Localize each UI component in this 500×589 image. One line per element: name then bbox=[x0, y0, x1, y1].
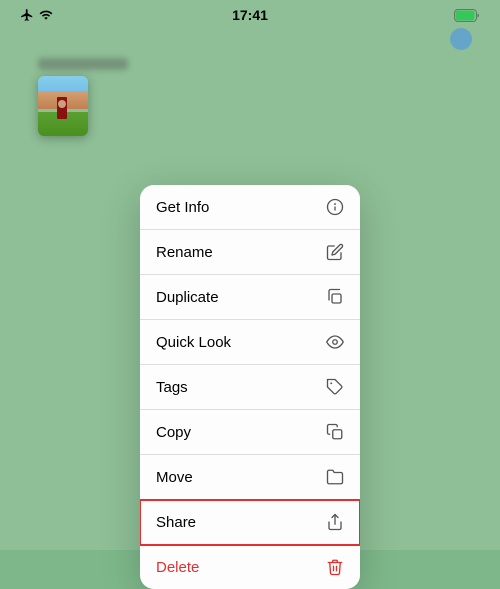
menu-item-duplicate[interactable]: Duplicate bbox=[140, 275, 360, 320]
context-menu: Get Info Rename Duplicate Quick Look Tag… bbox=[140, 185, 360, 589]
menu-item-tags[interactable]: Tags bbox=[140, 365, 360, 410]
menu-label-delete: Delete bbox=[156, 559, 199, 576]
info-icon bbox=[326, 198, 344, 216]
folder-icon bbox=[326, 468, 344, 486]
status-time: 17:41 bbox=[232, 7, 268, 23]
menu-item-rename[interactable]: Rename bbox=[140, 230, 360, 275]
menu-label-copy: Copy bbox=[156, 424, 191, 441]
menu-item-get-info[interactable]: Get Info bbox=[140, 185, 360, 230]
menu-label-share: Share bbox=[156, 514, 196, 531]
battery-icon bbox=[454, 9, 480, 22]
status-left-icons bbox=[20, 8, 53, 22]
status-bar: 17:41 bbox=[0, 0, 500, 26]
copy-icon bbox=[326, 423, 344, 441]
status-right-icons bbox=[454, 9, 480, 22]
menu-label-rename: Rename bbox=[156, 244, 213, 261]
trash-icon bbox=[326, 558, 344, 576]
menu-label-move: Move bbox=[156, 469, 193, 486]
duplicate-icon bbox=[326, 288, 344, 306]
pencil-icon bbox=[326, 243, 344, 261]
menu-label-quick-look: Quick Look bbox=[156, 334, 231, 351]
menu-item-quick-look[interactable]: Quick Look bbox=[140, 320, 360, 365]
blue-dot bbox=[450, 28, 472, 50]
menu-label-get-info: Get Info bbox=[156, 199, 209, 216]
file-thumbnail-area bbox=[38, 58, 128, 136]
menu-item-share[interactable]: Share bbox=[140, 500, 360, 545]
file-icon bbox=[38, 76, 88, 136]
share-icon bbox=[326, 513, 344, 531]
blurred-filename bbox=[38, 58, 128, 70]
menu-item-delete[interactable]: Delete bbox=[140, 545, 360, 589]
menu-label-duplicate: Duplicate bbox=[156, 289, 219, 306]
menu-label-tags: Tags bbox=[156, 379, 188, 396]
menu-item-move[interactable]: Move bbox=[140, 455, 360, 500]
wifi-icon bbox=[39, 8, 53, 22]
airplane-icon bbox=[20, 8, 34, 22]
menu-item-copy[interactable]: Copy bbox=[140, 410, 360, 455]
eye-icon bbox=[326, 333, 344, 351]
tag-icon bbox=[326, 378, 344, 396]
